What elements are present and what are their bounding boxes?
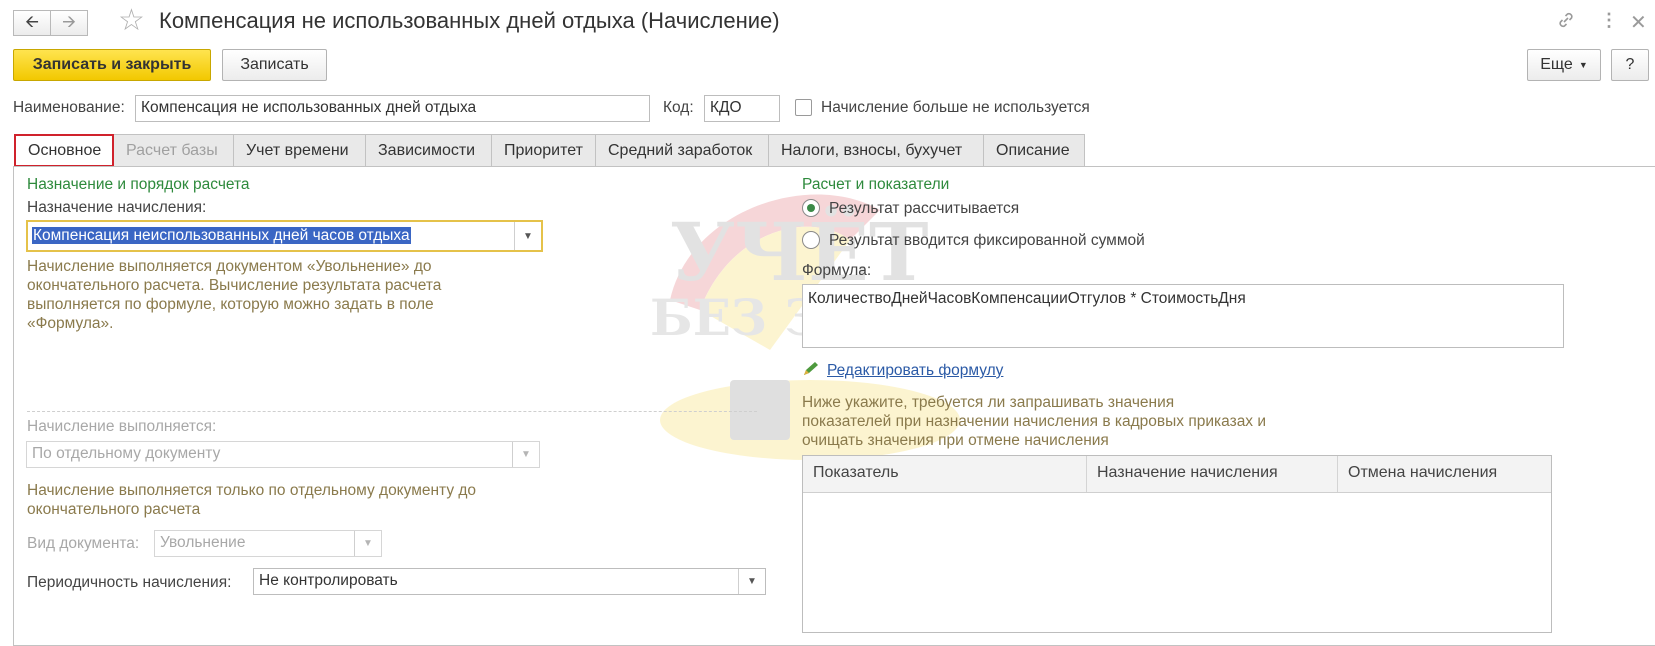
tab-main[interactable]: Основное bbox=[14, 134, 114, 167]
column-header-indicator[interactable]: Показатель bbox=[803, 456, 1087, 492]
indicators-hint: Ниже укажите, требуется ли запрашивать з… bbox=[802, 393, 1266, 450]
purpose-hint-line: «Формула». bbox=[27, 315, 114, 332]
chevron-down-icon[interactable]: ▼ bbox=[738, 569, 765, 594]
indicators-table-header: Показатель Назначение начисления Отмена … bbox=[803, 456, 1551, 493]
periodicity-select-value: Не контролировать bbox=[259, 572, 398, 589]
save-button[interactable]: Записать bbox=[222, 49, 327, 81]
more-button[interactable]: Еще ▼ bbox=[1527, 49, 1601, 81]
indicators-hint-line: Ниже укажите, требуется ли запрашивать з… bbox=[802, 394, 1175, 411]
purpose-hint-line: выполняется по формуле, которую можно за… bbox=[27, 296, 434, 313]
radio-result-fixed[interactable] bbox=[802, 231, 820, 249]
performed-hint: Начисление выполняется только по отдельн… bbox=[27, 481, 476, 519]
edit-formula-link-row[interactable]: Редактировать формулу bbox=[802, 361, 1003, 381]
chevron-down-icon: ▼ bbox=[1578, 60, 1588, 70]
purpose-select-value: Компенсация неиспользованных дней часов … bbox=[32, 227, 411, 244]
unused-checkbox[interactable] bbox=[795, 99, 812, 116]
radio-result-calculated[interactable] bbox=[802, 199, 820, 217]
unused-checkbox-label: Начисление больше не используется bbox=[821, 99, 1090, 116]
arrow-left-icon: 🡨 bbox=[25, 11, 39, 31]
left-section-title: Назначение и порядок расчета bbox=[27, 176, 250, 193]
purpose-label: Назначение начисления: bbox=[27, 199, 207, 216]
tab-base-calc[interactable]: Расчет базы bbox=[114, 134, 234, 167]
name-label: Наименование: bbox=[13, 99, 125, 116]
help-button[interactable]: ? bbox=[1611, 49, 1649, 81]
periodicity-select[interactable]: Не контролировать ▼ bbox=[253, 568, 766, 595]
column-header-cancellation[interactable]: Отмена начисления bbox=[1338, 456, 1551, 492]
name-input[interactable]: Компенсация не использованных дней отдых… bbox=[135, 95, 650, 122]
close-icon[interactable]: ✕ bbox=[1630, 10, 1647, 35]
code-input[interactable]: КДО bbox=[704, 95, 780, 122]
tab-bar: Основное Расчет базы Учет времени Зависи… bbox=[14, 134, 1085, 167]
performed-label: Начисление выполняется: bbox=[27, 418, 217, 435]
section-divider bbox=[27, 411, 757, 412]
indicators-hint-line: очищать значения при отмене начисления bbox=[802, 432, 1109, 449]
radio-result-calculated-label: Результат рассчитывается bbox=[829, 200, 1020, 217]
tab-priority[interactable]: Приоритет bbox=[492, 134, 596, 167]
performed-select[interactable]: По отдельному документу ▼ bbox=[26, 441, 540, 468]
right-section-title: Расчет и показатели bbox=[802, 176, 950, 193]
purpose-hint-line: окончательного расчета. Вычисление резул… bbox=[27, 277, 442, 294]
purpose-hint: Начисление выполняется документом «Уволь… bbox=[27, 257, 441, 333]
performed-hint-line: окончательного расчета bbox=[27, 501, 201, 518]
forward-button[interactable]: 🡪 bbox=[50, 10, 88, 36]
more-vertical-icon[interactable]: ⋮ bbox=[1600, 10, 1618, 31]
tab-time-accounting[interactable]: Учет времени bbox=[234, 134, 366, 167]
back-button[interactable]: 🡨 bbox=[13, 10, 51, 36]
formula-label: Формула: bbox=[802, 262, 872, 279]
tab-average-earnings[interactable]: Средний заработок bbox=[596, 134, 769, 167]
doctype-select-value: Увольнение bbox=[160, 534, 246, 551]
chevron-down-icon: ▼ bbox=[512, 442, 539, 467]
chevron-down-icon: ▼ bbox=[354, 531, 381, 556]
more-button-label: Еще bbox=[1540, 56, 1573, 73]
edit-formula-link[interactable]: Редактировать формулу bbox=[827, 362, 1003, 380]
performed-select-value: По отдельному документу bbox=[32, 445, 221, 462]
purpose-hint-line: Начисление выполняется документом «Уволь… bbox=[27, 258, 432, 275]
arrow-right-icon: 🡪 bbox=[62, 11, 76, 31]
formula-textarea[interactable]: КоличествоДнейЧасовКомпенсацииОтгулов * … bbox=[802, 284, 1564, 348]
code-label: Код: bbox=[663, 99, 694, 116]
tab-dependencies[interactable]: Зависимости bbox=[366, 134, 492, 167]
doctype-select[interactable]: Увольнение ▼ bbox=[154, 530, 382, 557]
window-title: Компенсация не использованных дней отдых… bbox=[159, 8, 780, 33]
indicators-hint-line: показателей при назначении начисления в … bbox=[802, 413, 1267, 430]
indicators-table[interactable]: Показатель Назначение начисления Отмена … bbox=[802, 455, 1552, 633]
favorite-star-icon[interactable]: ☆ bbox=[118, 6, 145, 36]
purpose-select[interactable]: Компенсация неиспользованных дней часов … bbox=[26, 220, 543, 252]
column-header-assignment[interactable]: Назначение начисления bbox=[1087, 456, 1338, 492]
performed-hint-line: Начисление выполняется только по отдельн… bbox=[27, 482, 477, 499]
tab-description[interactable]: Описание bbox=[984, 134, 1085, 167]
periodicity-label: Периодичность начисления: bbox=[27, 574, 232, 591]
pencil-icon bbox=[802, 361, 820, 381]
chevron-down-icon[interactable]: ▼ bbox=[514, 222, 541, 250]
radio-result-fixed-label: Результат вводится фиксированной суммой bbox=[829, 232, 1145, 249]
tab-taxes[interactable]: Налоги, взносы, бухучет bbox=[769, 134, 984, 167]
doctype-label: Вид документа: bbox=[27, 535, 140, 552]
link-icon[interactable] bbox=[1556, 10, 1576, 35]
save-and-close-button[interactable]: Записать и закрыть bbox=[13, 49, 211, 81]
